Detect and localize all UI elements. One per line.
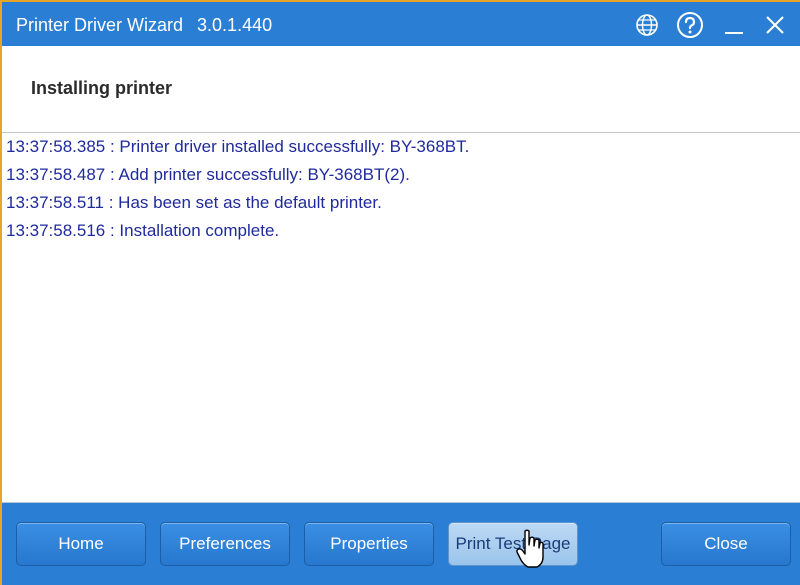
globe-icon[interactable] — [632, 10, 662, 40]
close-icon[interactable] — [760, 10, 790, 40]
window-version: 3.0.1.440 — [197, 15, 273, 35]
log-line: 13:37:58.516 : Installation complete. — [6, 221, 280, 240]
minimize-icon[interactable] — [719, 10, 749, 40]
help-icon[interactable] — [675, 10, 705, 40]
title-bar[interactable]: Printer Driver Wizard 3.0.1.440 — [2, 2, 800, 46]
close-button[interactable]: Close — [661, 522, 791, 566]
window-title: Printer Driver Wizard 3.0.1.440 — [16, 2, 272, 46]
window-title-label: Printer Driver Wizard — [16, 15, 184, 35]
header-panel: Installing printer — [2, 46, 800, 132]
button-bar: Home Preferences Properties Print Test P… — [2, 503, 800, 585]
log-line: 13:37:58.511 : Has been set as the defau… — [6, 193, 382, 212]
preferences-button[interactable]: Preferences — [160, 522, 290, 566]
wizard-window: Printer Driver Wizard 3.0.1.440 Installi… — [2, 2, 800, 585]
print-test-page-button[interactable]: Print Test Page — [448, 522, 578, 566]
home-button[interactable]: Home — [16, 522, 146, 566]
log-line: 13:37:58.385 : Printer driver installed … — [6, 137, 470, 156]
page-title: Installing printer — [31, 78, 173, 98]
log-panel[interactable]: 13:37:58.385 : Printer driver installed … — [2, 133, 800, 503]
properties-button[interactable]: Properties — [304, 522, 434, 566]
log-line: 13:37:58.487 : Add printer successfully:… — [6, 165, 410, 184]
